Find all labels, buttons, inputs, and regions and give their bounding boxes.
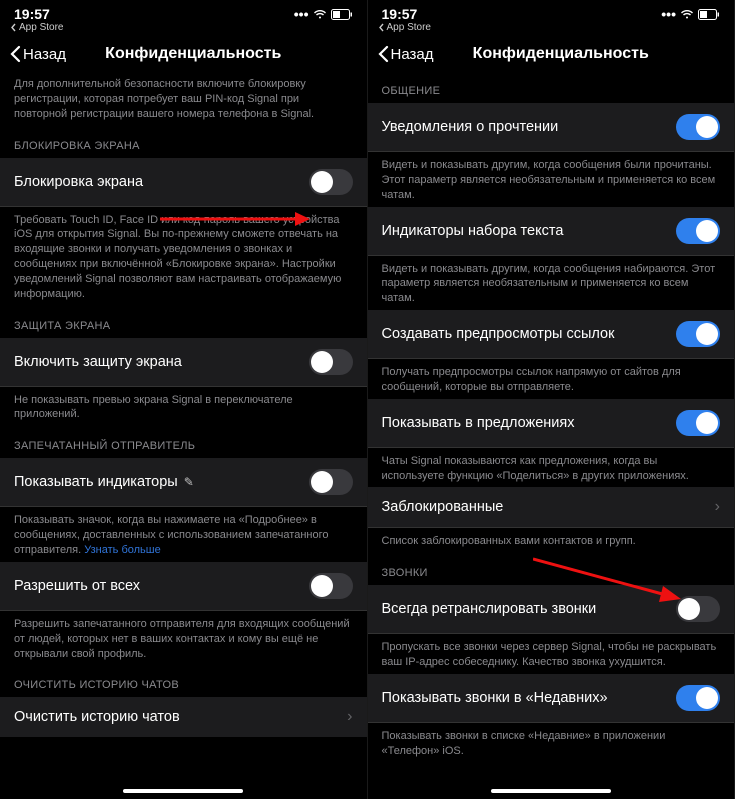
toggle-screen-lock[interactable] (309, 169, 353, 195)
row-label: Создавать предпросмотры ссылок (382, 326, 677, 342)
indicators-description: Показывать значок, когда вы нажимаете на… (14, 514, 328, 556)
row-label: Заблокированные (382, 499, 715, 515)
screen-lock-description: Требовать Touch ID, Face ID или код-паро… (0, 207, 367, 306)
toggle-relay-calls[interactable] (676, 596, 720, 622)
row-allow-from-anyone[interactable]: Разрешить от всех (0, 562, 367, 611)
compose-icon: ✎ (184, 475, 194, 489)
chevron-right-icon: › (715, 498, 720, 516)
row-label: Индикаторы набора текста (382, 223, 677, 239)
row-label: Уведомления о прочтении (382, 119, 677, 135)
toggle-allow-from-anyone[interactable] (309, 573, 353, 599)
status-time: 19:57 (14, 6, 50, 22)
row-label: Всегда ретранслировать звонки (382, 601, 677, 617)
row-blocked[interactable]: Заблокированные › (368, 487, 735, 528)
toggle-screen-security[interactable] (309, 349, 353, 375)
allow-from-anyone-description: Разрешить запечатанного отправителя для … (0, 611, 367, 666)
typing-indicators-description: Видеть и показывать другим, когда сообще… (368, 256, 735, 311)
relay-calls-description: Пропускать все звонки через сервер Signa… (368, 634, 735, 674)
toggle-link-previews[interactable] (676, 321, 720, 347)
section-clear-history: ОЧИСТИТЬ ИСТОРИЮ ЧАТОВ (0, 665, 367, 697)
recents-description: Показывать звонки в списке «Недавние» в … (368, 723, 735, 763)
read-receipts-description: Видеть и показывать другим, когда сообще… (368, 152, 735, 207)
learn-more-link[interactable]: Узнать больше (84, 544, 160, 556)
row-label: Показывать в предложениях (382, 415, 677, 431)
row-label: Показывать звонки в «Недавних» (382, 690, 677, 706)
section-calls: ЗВОНКИ (368, 553, 735, 585)
row-show-indicators[interactable]: Показывать индикаторы ✎ (0, 458, 367, 507)
breadcrumb[interactable]: App Store (0, 22, 367, 37)
status-time: 19:57 (382, 6, 418, 22)
row-label: Очистить историю чатов (14, 709, 347, 725)
section-screen-lock: БЛОКИРОВКА ЭКРАНА (0, 126, 367, 158)
blocked-description: Список заблокированных вами контактов и … (368, 528, 735, 553)
section-chat: ОБЩЕНИЕ (368, 71, 735, 103)
row-link-previews[interactable]: Создавать предпросмотры ссылок (368, 310, 735, 359)
section-screen-security: ЗАЩИТА ЭКРАНА (0, 306, 367, 338)
registration-lock-description: Для дополнительной безопасности включите… (0, 71, 367, 126)
status-icons: ••• (294, 6, 353, 22)
row-screen-lock[interactable]: Блокировка экрана (0, 158, 367, 207)
row-label: Включить защиту экрана (14, 354, 309, 370)
row-relay-calls[interactable]: Всегда ретранслировать звонки (368, 585, 735, 634)
row-label: Блокировка экрана (14, 174, 309, 190)
screen-security-description: Не показывать превью экрана Signal в пер… (0, 387, 367, 427)
link-previews-description: Получать предпросмотры ссылок напрямую о… (368, 359, 735, 399)
home-indicator[interactable] (491, 789, 611, 793)
toggle-typing-indicators[interactable] (676, 218, 720, 244)
row-clear-history[interactable]: Очистить историю чатов › (0, 697, 367, 737)
row-show-in-suggestions[interactable]: Показывать в предложениях (368, 399, 735, 448)
toggle-show-in-suggestions[interactable] (676, 410, 720, 436)
row-label: Показывать индикаторы ✎ (14, 474, 309, 490)
row-show-in-recents[interactable]: Показывать звонки в «Недавних» (368, 674, 735, 723)
chevron-right-icon: › (347, 708, 352, 726)
status-icons: ••• (661, 6, 720, 22)
row-screen-security[interactable]: Включить защиту экрана (0, 338, 367, 387)
home-indicator[interactable] (123, 789, 243, 793)
section-sealed-sender: ЗАПЕЧАТАННЫЙ ОТПРАВИТЕЛЬ (0, 426, 367, 458)
toggle-read-receipts[interactable] (676, 114, 720, 140)
page-title: Конфиденциальность (397, 45, 724, 63)
row-label: Разрешить от всех (14, 578, 309, 594)
breadcrumb[interactable]: App Store (368, 22, 735, 37)
toggle-show-in-recents[interactable] (676, 685, 720, 711)
page-title: Конфиденциальность (30, 45, 357, 63)
toggle-show-indicators[interactable] (309, 469, 353, 495)
row-read-receipts[interactable]: Уведомления о прочтении (368, 103, 735, 152)
row-typing-indicators[interactable]: Индикаторы набора текста (368, 207, 735, 256)
suggestions-description: Чаты Signal показываются как предложения… (368, 448, 735, 488)
